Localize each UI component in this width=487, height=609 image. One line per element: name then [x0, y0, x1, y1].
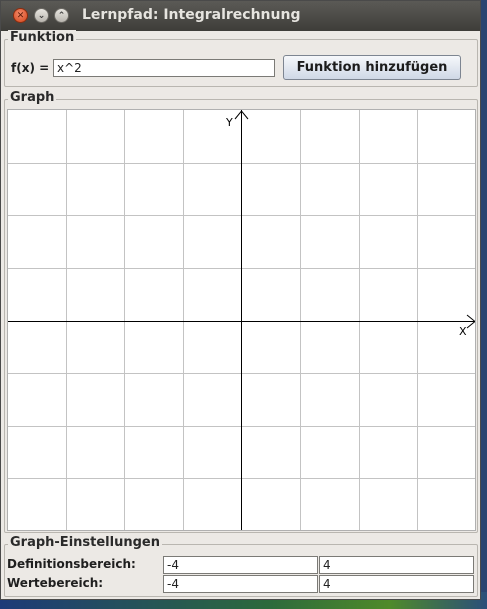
function-input[interactable]	[53, 59, 275, 77]
y-axis-label: Y	[225, 116, 233, 129]
window-title: Lernpfad: Integralrechnung	[82, 7, 301, 23]
graph-canvas[interactable]: X Y	[7, 109, 476, 531]
graph-legend: Graph	[8, 90, 57, 106]
funktion-legend: Funktion	[8, 30, 77, 46]
add-function-button[interactable]: Funktion hinzufügen	[283, 55, 461, 80]
close-icon[interactable]: ✕	[13, 8, 28, 23]
domain-label: Definitionsbereich:	[7, 557, 136, 571]
range-min-input[interactable]	[163, 575, 318, 593]
maximize-icon[interactable]: ⌃	[54, 8, 69, 23]
domain-max-input[interactable]	[319, 556, 474, 574]
minimize-icon[interactable]: ⌄	[34, 8, 49, 23]
x-axis-label: X	[459, 325, 467, 338]
graph-plot: X Y	[8, 110, 475, 530]
range-label: Wertebereich:	[7, 576, 104, 590]
app-window: ✕ ⌄ ⌃ Lernpfad: Integralrechnung Funktio…	[0, 0, 481, 600]
settings-legend: Graph-Einstellungen	[8, 535, 162, 551]
range-max-input[interactable]	[319, 575, 474, 593]
function-label: f(x) =	[11, 61, 50, 75]
domain-min-input[interactable]	[163, 556, 318, 574]
title-bar[interactable]: ✕ ⌄ ⌃ Lernpfad: Integralrechnung	[1, 1, 480, 31]
